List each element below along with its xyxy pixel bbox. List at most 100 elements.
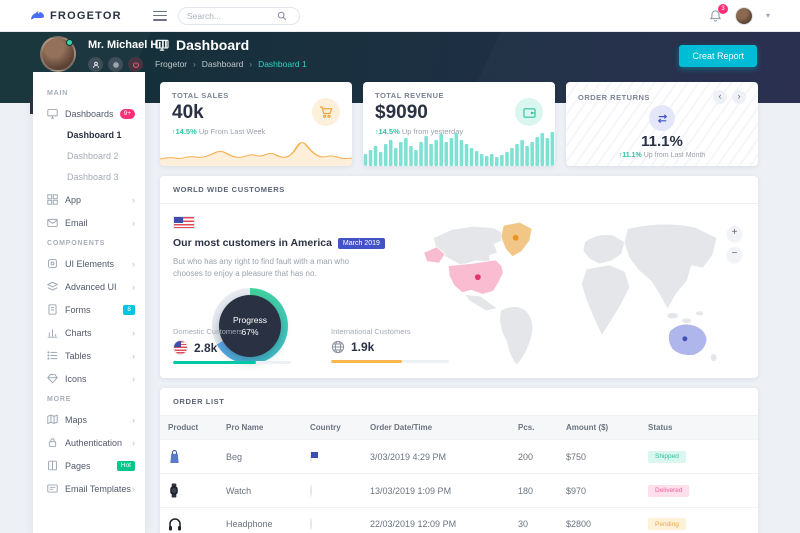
breadcrumb-separator-icon: › [193,60,196,69]
cart-icon [312,98,340,126]
map-zoom-in-button[interactable]: + [727,226,742,241]
map-zoom-out-button[interactable]: − [727,247,742,262]
order-date: 3/03/2019 4:29 PM [362,440,510,474]
navbar-avatar[interactable] [735,7,753,25]
map-marker-usa [475,274,481,280]
breadcrumb-item[interactable]: Dashboard [202,59,244,69]
sidebar-item-email-templates[interactable]: Email Templates › [33,477,145,500]
order-returns-value: 11.1% [566,133,758,150]
column-pro-name: Pro Name [218,416,302,440]
sidebar-item-authentication[interactable]: Authentication › [33,431,145,454]
sidebar: MAIN Dashboards 9+ Dashboard 1 Dashboard… [33,72,145,533]
world-map[interactable]: + − [399,218,744,370]
mail-template-icon [47,483,59,494]
domestic-customers-value: 2.8k [194,341,217,355]
up-arrow-icon: 11.1% [619,152,642,159]
order-returns-card: ORDER RETURNS ‹ › 11.1% 11.1% Up from La… [566,82,758,166]
user-avatar[interactable] [40,36,76,72]
wallet-icon [515,98,543,126]
pages-badge: Hot [117,461,135,471]
order-date: 22/03/2019 12:09 PM [362,508,510,533]
mail-icon [47,217,59,228]
order-amount: $970 [558,474,640,508]
frog-logo-icon [30,10,45,21]
search-icon[interactable] [277,11,287,21]
carousel-prev-button[interactable]: ‹ [713,90,727,104]
breadcrumb: Frogetor › Dashboard › Dashboard 1 [155,59,307,69]
page-head: Dashboard Frogetor › Dashboard › Dashboa… [155,37,307,69]
sidebar-item-tables[interactable]: Tables › [33,344,145,367]
bag-icon [168,449,210,464]
sidebar-item-dashboard-1[interactable]: Dashboard 1 [33,125,145,146]
product-name: Watch [218,474,302,508]
create-report-button[interactable]: Creat Report [679,45,757,67]
sidebar-item-maps[interactable]: Maps › [33,408,145,431]
sidebar-item-email[interactable]: Email › [33,211,145,234]
status-badge: Shipped [648,451,686,463]
column-date: Order Date/Time [362,416,510,440]
profile-button[interactable] [88,57,103,72]
progress-label: Progress [233,315,267,325]
sidebar-item-dashboard-2[interactable]: Dashboard 2 [33,146,145,167]
total-sales-label: TOTAL SALES [172,91,340,100]
file-icon [47,304,59,315]
lock-icon [47,437,59,448]
notifications-button[interactable]: 3 [709,9,722,23]
domestic-customers-label: Domestic Customers [173,327,291,336]
date-badge: March 2019 [338,238,385,249]
book-icon [47,460,59,471]
brand-logo[interactable]: FROGETOR [30,10,122,22]
us-flag-icon [310,451,312,463]
sidebar-item-advanced-ui[interactable]: Advanced UI › [33,275,145,298]
table-row[interactable]: Beg 3/03/2019 4:29 PM 200 $750 Shipped [160,440,758,474]
order-list-card: ORDER LIST Product Pro Name Country Orde… [160,388,758,533]
page: FROGETOR 3 ▾ Mr. Michael Hill [0,0,800,533]
brand-name: FROGETOR [50,10,122,22]
online-status-dot [66,39,73,46]
world-customers-title: WORLD WIDE CUSTOMERS [160,176,758,204]
product-name: Beg [218,440,302,474]
dashboards-badge: 9+ [120,109,135,119]
table-row[interactable]: Headphone 22/03/2019 12:09 PM 30 $2800 P… [160,508,758,533]
sales-sparkline-chart [160,132,352,166]
sidebar-item-forms[interactable]: Forms 8 [33,298,145,321]
sidebar-item-charts[interactable]: Charts › [33,321,145,344]
status-badge: Pending [648,518,686,530]
column-amount: Amount ($) [558,416,640,440]
total-sales-card: TOTAL SALES 40k 14.5% Up From Last Week [160,82,352,166]
bar-chart-icon [47,327,59,338]
france-flag-icon [310,485,312,497]
chevron-down-icon[interactable]: ▾ [766,11,770,20]
sidebar-item-app[interactable]: App › [33,188,145,211]
international-progress-fill [331,360,402,363]
menu-toggle-button[interactable] [153,11,167,21]
sidebar-item-ui-elements[interactable]: UI Elements › [33,252,145,275]
list-icon [47,350,59,361]
sidebar-item-dashboard-3[interactable]: Dashboard 3 [33,167,145,188]
breadcrumb-separator-icon: › [249,60,252,69]
order-pcs: 30 [510,508,558,533]
headphone-icon [168,517,210,531]
settings-button[interactable] [108,57,123,72]
sidebar-item-pages[interactable]: Pages Hot [33,454,145,477]
international-customers-value: 1.9k [351,340,374,354]
order-amount: $750 [558,440,640,474]
breadcrumb-item[interactable]: Frogetor [155,59,187,69]
top-navbar: FROGETOR 3 ▾ [0,0,800,32]
order-amount: $2800 [558,508,640,533]
monitor-icon [155,39,169,51]
sidebar-item-icons[interactable]: Icons › [33,367,145,390]
order-date: 13/03/2019 1:09 PM [362,474,510,508]
breadcrumb-item-current: Dashboard 1 [258,59,307,69]
sidebar-item-dashboards[interactable]: Dashboards 9+ [33,102,145,125]
table-row[interactable]: Watch 13/03/2019 1:09 PM 180 $970 Delive… [160,474,758,508]
chevron-right-icon: › [132,351,135,361]
logout-button[interactable] [128,57,143,72]
power-icon [132,61,140,69]
chevron-right-icon: › [132,282,135,292]
page-title: Dashboard [176,37,249,53]
chevron-right-icon: › [132,328,135,338]
person-icon [92,61,100,69]
carousel-next-button[interactable]: › [732,90,746,104]
search-input[interactable] [187,11,277,21]
